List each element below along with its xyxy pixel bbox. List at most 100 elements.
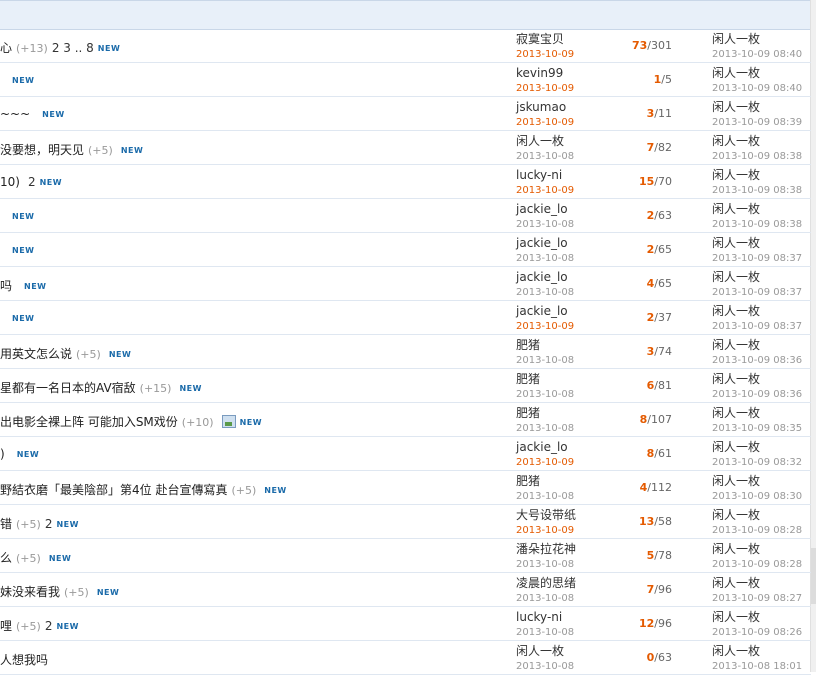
thread-pages-links[interactable]: 2 3 .. 8 bbox=[52, 41, 94, 55]
last-poster-link[interactable]: 闲人一枚 bbox=[712, 236, 802, 250]
last-post-time[interactable]: 2013-10-09 08:30 bbox=[712, 490, 802, 503]
thread-title-link[interactable]: 用英文怎么说 bbox=[0, 347, 72, 361]
author-name-link[interactable]: jskumao bbox=[516, 100, 574, 114]
last-post-time[interactable]: 2013-10-09 08:28 bbox=[712, 524, 802, 537]
thread-title-link[interactable]: 哩 bbox=[0, 619, 12, 633]
thread-list: 心 (+13) 2 3 .. 8 NEW 寂寞宝贝 2013-10-09 73/301… bbox=[0, 29, 811, 675]
thread-pages-links[interactable]: 2 bbox=[45, 619, 53, 633]
last-poster-link[interactable]: 闲人一枚 bbox=[712, 338, 802, 352]
thread-title-link[interactable]: 出电影全裸上阵 可能加入SM戏份 bbox=[0, 415, 178, 429]
last-poster-link[interactable]: 闲人一枚 bbox=[712, 610, 802, 624]
last-post-time[interactable]: 2013-10-09 08:38 bbox=[712, 150, 802, 163]
thread-title-link[interactable]: 心 bbox=[0, 41, 12, 55]
view-count: /70 bbox=[654, 175, 672, 188]
thread-title-link[interactable]: 野結衣磨「最美陰部」第4位 赴台宣傳寫真 bbox=[0, 483, 227, 497]
last-post-time[interactable]: 2013-10-09 08:37 bbox=[712, 252, 802, 265]
author-name-link[interactable]: 大号设带纸 bbox=[516, 508, 576, 522]
author-name-link[interactable]: lucky-ni bbox=[516, 168, 574, 182]
last-post-time[interactable]: 2013-10-08 18:01 bbox=[712, 660, 802, 673]
thread-title-link[interactable]: 错 bbox=[0, 517, 12, 531]
last-poster-link[interactable]: 闲人一枚 bbox=[712, 542, 802, 556]
author-name-link[interactable]: 寂寞宝贝 bbox=[516, 32, 574, 46]
thread-title-link[interactable]: 妹没来看我 bbox=[0, 585, 60, 599]
last-post-time[interactable]: 2013-10-09 08:39 bbox=[712, 116, 802, 129]
last-post-time[interactable]: 2013-10-09 08:38 bbox=[712, 184, 802, 197]
last-post-time[interactable]: 2013-10-09 08:37 bbox=[712, 286, 802, 299]
thread-title-link[interactable]: 吗 bbox=[0, 279, 12, 293]
author-name-link[interactable]: jackie_lo bbox=[516, 202, 574, 216]
author-name-link[interactable]: 闲人一枚 bbox=[516, 644, 574, 658]
author-cell: 肥猪 2013-10-08 bbox=[516, 372, 574, 401]
author-cell: 闲人一枚 2013-10-08 bbox=[516, 644, 574, 673]
last-poster-link[interactable]: 闲人一枚 bbox=[712, 304, 802, 318]
new-badge: NEW bbox=[97, 44, 121, 53]
thread-title-link[interactable]: 人想我吗 bbox=[0, 653, 48, 667]
last-post-time[interactable]: 2013-10-09 08:26 bbox=[712, 626, 802, 639]
author-name-link[interactable]: 肥猪 bbox=[516, 474, 574, 488]
last-post-time[interactable]: 2013-10-09 08:38 bbox=[712, 218, 802, 231]
thread-title-link[interactable]: ~~~ bbox=[0, 107, 30, 121]
thread-title-link[interactable]: 10) bbox=[0, 175, 20, 189]
thread-title-link[interactable]: 星都有一名日本的AV宿敌 bbox=[0, 381, 136, 395]
view-count: /74 bbox=[654, 345, 672, 358]
thread-pages-links[interactable]: 2 bbox=[45, 517, 53, 531]
last-poster-link[interactable]: 闲人一枚 bbox=[712, 100, 802, 114]
author-name-link[interactable]: 肥猪 bbox=[516, 338, 574, 352]
last-poster-link[interactable]: 闲人一枚 bbox=[712, 440, 802, 454]
table-row: 星都有一名日本的AV宿敌 (+15) NEW 肥猪 2013-10-08 6/81 … bbox=[0, 369, 811, 403]
thread-pages-links[interactable]: 2 bbox=[28, 175, 36, 189]
author-name-link[interactable]: 凌晨的思绪 bbox=[516, 576, 576, 590]
table-row: 错 (+5) 2 NEW 大号设带纸 2013-10-09 13/58 闲人一枚 20… bbox=[0, 505, 811, 539]
last-poster-link[interactable]: 闲人一枚 bbox=[712, 168, 802, 182]
table-row: ) NEW jackie_lo 2013-10-09 8/61 闲人一枚 2013… bbox=[0, 437, 811, 471]
author-name-link[interactable]: 肥猪 bbox=[516, 406, 574, 420]
author-name-link[interactable]: lucky-ni bbox=[516, 610, 574, 624]
last-post-time[interactable]: 2013-10-09 08:36 bbox=[712, 354, 802, 367]
last-poster-link[interactable]: 闲人一枚 bbox=[712, 644, 802, 658]
last-poster-link[interactable]: 闲人一枚 bbox=[712, 66, 802, 80]
last-post-cell: 闲人一枚 2013-10-09 08:28 bbox=[712, 508, 802, 537]
last-poster-link[interactable]: 闲人一枚 bbox=[712, 474, 802, 488]
last-poster-link[interactable]: 闲人一枚 bbox=[712, 372, 802, 386]
thread-title-link[interactable]: ) bbox=[0, 447, 5, 461]
reply-view-count: 2/65 bbox=[600, 243, 672, 256]
last-post-time[interactable]: 2013-10-09 08:37 bbox=[712, 320, 802, 333]
author-name-link[interactable]: jackie_lo bbox=[516, 236, 574, 250]
reply-count: 13 bbox=[638, 515, 655, 528]
thread-title-link[interactable]: 没要想，明天见 bbox=[0, 143, 84, 157]
author-name-link[interactable]: 闲人一枚 bbox=[516, 134, 574, 148]
last-post-cell: 闲人一枚 2013-10-09 08:28 bbox=[712, 542, 802, 571]
author-cell: 肥猪 2013-10-08 bbox=[516, 406, 574, 435]
author-cell: jackie_lo 2013-10-08 bbox=[516, 202, 574, 231]
author-name-link[interactable]: jackie_lo bbox=[516, 440, 574, 454]
post-date: 2013-10-08 bbox=[516, 219, 575, 230]
last-post-time[interactable]: 2013-10-09 08:40 bbox=[712, 48, 802, 61]
thread-title-cell: NEW bbox=[0, 73, 34, 87]
last-post-time[interactable]: 2013-10-09 08:36 bbox=[712, 388, 802, 401]
author-name-link[interactable]: jackie_lo bbox=[516, 304, 574, 318]
last-post-time[interactable]: 2013-10-09 08:27 bbox=[712, 592, 802, 605]
last-poster-link[interactable]: 闲人一枚 bbox=[712, 134, 802, 148]
new-badge: NEW bbox=[120, 146, 144, 155]
last-poster-link[interactable]: 闲人一枚 bbox=[712, 270, 802, 284]
last-post-time[interactable]: 2013-10-09 08:40 bbox=[712, 82, 802, 95]
last-post-time[interactable]: 2013-10-09 08:35 bbox=[712, 422, 802, 435]
last-poster-link[interactable]: 闲人一枚 bbox=[712, 508, 802, 522]
thread-title-link[interactable]: 么 bbox=[0, 551, 12, 565]
view-count: /65 bbox=[654, 243, 672, 256]
last-post-time[interactable]: 2013-10-09 08:28 bbox=[712, 558, 802, 571]
scrollbar-thumb[interactable] bbox=[811, 548, 816, 604]
author-name-link[interactable]: kevin99 bbox=[516, 66, 574, 80]
last-post-cell: 闲人一枚 2013-10-09 08:36 bbox=[712, 372, 802, 401]
last-post-cell: 闲人一枚 2013-10-09 08:38 bbox=[712, 134, 802, 163]
author-name-link[interactable]: 肥猪 bbox=[516, 372, 574, 386]
last-post-time[interactable]: 2013-10-09 08:32 bbox=[712, 456, 802, 469]
author-name-link[interactable]: 潘朵拉花神 bbox=[516, 542, 576, 556]
last-poster-link[interactable]: 闲人一枚 bbox=[712, 202, 802, 216]
last-poster-link[interactable]: 闲人一枚 bbox=[712, 32, 802, 46]
author-name-link[interactable]: jackie_lo bbox=[516, 270, 574, 284]
thread-rating: (+5) bbox=[64, 586, 89, 599]
last-poster-link[interactable]: 闲人一枚 bbox=[712, 576, 802, 590]
thread-title-cell: NEW bbox=[0, 311, 34, 325]
last-poster-link[interactable]: 闲人一枚 bbox=[712, 406, 802, 420]
